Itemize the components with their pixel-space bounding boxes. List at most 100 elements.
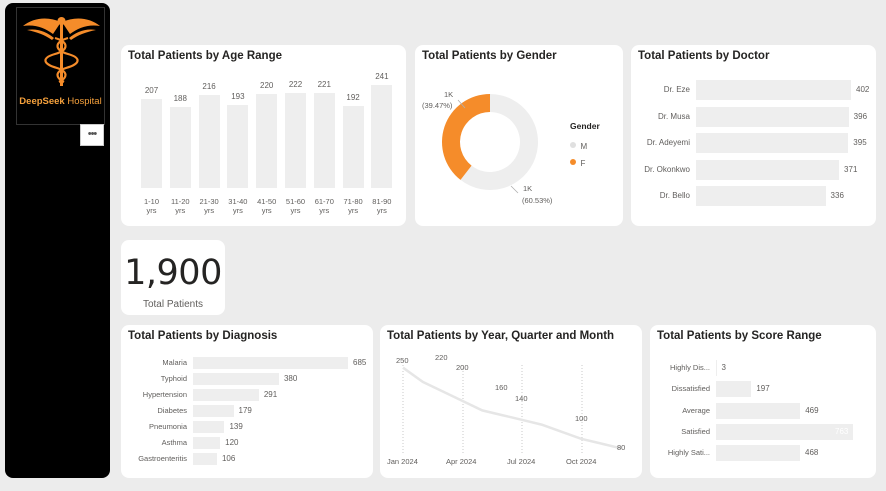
age-value-label: 222 (288, 79, 303, 89)
score-value-label: 468 (805, 448, 819, 458)
x-tick-apr: Apr 2024 (446, 457, 477, 466)
age-tick-range: 81-90 (372, 197, 392, 206)
kpi-value: 1,900 (124, 253, 222, 293)
score-bar[interactable] (716, 360, 717, 376)
diagnosis-bar[interactable] (193, 357, 348, 369)
doctor-category-label: Dr. Eze (663, 85, 690, 94)
diagnosis-category-label: Pneumonia (149, 422, 187, 431)
age-value-label: 193 (231, 92, 245, 102)
x-tick-oct: Oct 2024 (566, 457, 597, 466)
gender-card: Total Patients by Gender 1K (39.47%) 1K … (415, 45, 623, 226)
age-bar[interactable] (169, 107, 191, 188)
diagnosis-category-label: Typhoid (160, 374, 187, 383)
score-category-label: Dissatisfied (671, 384, 710, 394)
doctor-value-label: 371 (844, 164, 858, 174)
legend-dot-f (570, 158, 576, 165)
point-label-1: 250 (396, 356, 409, 365)
diagnosis-bar[interactable] (193, 405, 234, 417)
diagnosis-value-label: 120 (225, 438, 239, 447)
score-bar[interactable] (716, 381, 752, 398)
diagnosis-bar[interactable] (193, 373, 279, 385)
diagnosis-category-label: Asthma (161, 438, 187, 447)
score-value-label: 3 (721, 363, 726, 372)
legend-item-m[interactable]: M (570, 136, 587, 154)
age-bar[interactable] (227, 105, 249, 188)
doctor-bar[interactable] (696, 106, 849, 127)
age-value-label: 241 (375, 71, 389, 81)
score-title: Total Patients by Score Range (657, 330, 822, 342)
legend-label-f: F (580, 159, 586, 168)
point-label-3: 200 (456, 363, 469, 372)
diagnosis-category-label: Gastroenteritis (138, 454, 187, 463)
score-category-label: Satisfied (681, 426, 710, 436)
score-bar[interactable] (716, 445, 801, 462)
age-value-label: 188 (173, 94, 187, 104)
point-label-5: 140 (515, 394, 528, 403)
age-bar[interactable] (141, 99, 162, 188)
legend-title: Gender (570, 121, 600, 131)
doctor-bar[interactable] (696, 159, 840, 180)
doctor-value-label: 396 (853, 111, 868, 121)
diagnosis-bar[interactable] (193, 421, 225, 433)
age-tick-unit: yrs (376, 206, 387, 215)
legend-item-f[interactable]: F (570, 153, 585, 171)
diagnosis-value-label: 380 (283, 374, 298, 383)
legend-dot-m (570, 141, 576, 148)
doctor-category-label: Dr. Musa (657, 111, 690, 121)
doctor-bar[interactable] (696, 133, 849, 153)
doctor-category-label: Dr. Okonkwo (644, 164, 690, 174)
time-series-line[interactable] (402, 366, 622, 450)
score-bar[interactable] (716, 402, 801, 419)
doctor-card: Total Patients by Doctor Dr. Eze 402 Dr. M… (631, 45, 876, 226)
kpi-card: 1,900 Total Patients (121, 240, 225, 315)
gender-label-f-value: 1K (444, 90, 454, 99)
score-bar[interactable] (716, 423, 853, 440)
age-bar[interactable] (313, 93, 335, 188)
doctor-bar[interactable] (696, 186, 826, 206)
brand-name: DeepSeek Hospital (19, 96, 102, 107)
diagnosis-category-label: Hypertension (142, 390, 187, 399)
doctor-value-label: 402 (856, 85, 870, 94)
age-range-card: Total Patients by Age Range 207 1-10 yrs 18… (121, 45, 406, 226)
score-value-label: 469 (805, 405, 819, 415)
point-label-2: 220 (435, 353, 448, 362)
diagnosis-card: Total Patients by Diagnosis Malaria 685 Ty… (121, 325, 373, 478)
diagnosis-value-label: 179 (238, 406, 252, 415)
score-category-label: Highly Dis... (669, 363, 710, 372)
age-value-label: 221 (317, 80, 331, 90)
point-label-6: 100 (575, 414, 588, 423)
sidebar: DeepSeek Hospital ••• (5, 3, 110, 478)
gender-label-m-pct: (60.53%) (522, 196, 553, 205)
age-bar[interactable] (198, 95, 220, 188)
more-options-button[interactable]: ••• (80, 124, 104, 146)
age-value-label: 192 (346, 92, 360, 102)
gender-label-f-pct: (39.47%) (422, 101, 453, 110)
diagnosis-value-label: 291 (263, 390, 278, 399)
more-options-icon: ••• (87, 128, 98, 140)
diagnosis-bar[interactable] (193, 389, 259, 401)
score-category-label: Highly Sati... (667, 448, 710, 458)
diagnosis-bar[interactable] (193, 437, 221, 449)
diagnosis-bar[interactable] (193, 453, 217, 465)
point-label-7: 80 (617, 443, 626, 452)
hospital-logo: DeepSeek Hospital (16, 7, 105, 125)
time-card: Total Patients by Year, Quarter and Mont… (380, 325, 642, 478)
gender-donut (442, 94, 538, 194)
age-bar[interactable] (285, 92, 306, 188)
caduceus-icon (23, 17, 100, 86)
doctor-value-label: 336 (830, 191, 844, 200)
doctor-bar[interactable] (696, 80, 851, 100)
diagnosis-category-label: Diabetes (157, 406, 187, 415)
score-category-label: Average (682, 405, 710, 415)
age-bar[interactable] (256, 93, 278, 188)
age-bar[interactable] (342, 105, 364, 188)
kpi-label: Total Patients (142, 299, 204, 310)
age-bar[interactable] (371, 84, 393, 188)
score-value-label: 197 (756, 384, 770, 394)
point-label-4: 160 (495, 383, 508, 392)
diagnosis-value-label: 139 (229, 422, 243, 431)
leader-line-m (510, 185, 519, 194)
diagnosis-title: Total Patients by Diagnosis (128, 330, 278, 342)
gender-label-m-value: 1K (523, 184, 533, 193)
x-tick-jul: Jul 2024 (507, 457, 536, 466)
